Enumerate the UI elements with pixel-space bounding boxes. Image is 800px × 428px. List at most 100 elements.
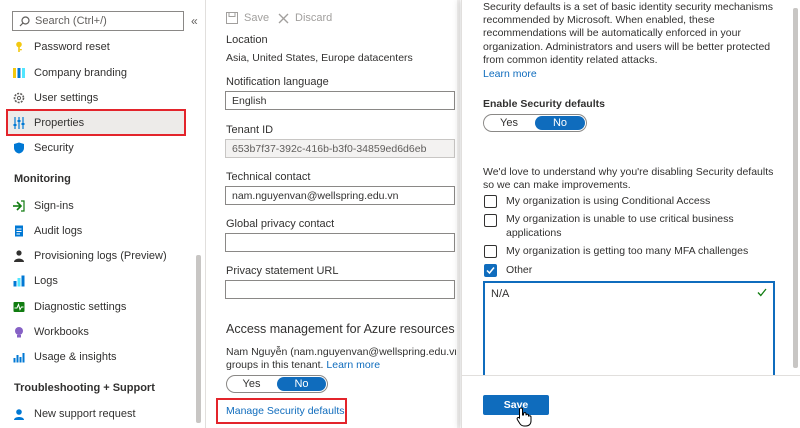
- diagnostic-icon: [12, 300, 26, 314]
- document-icon: [12, 224, 26, 238]
- manage-security-defaults-link[interactable]: Manage Security defaults: [226, 405, 344, 417]
- location-label: Location: [226, 34, 268, 46]
- security-description-line4: organization. Administrators and users w…: [483, 41, 771, 53]
- sidebar-item-provisioning-logs[interactable]: Provisioning logs (Preview): [12, 245, 186, 267]
- search-input[interactable]: Search (Ctrl+/): [12, 11, 184, 31]
- checkbox-other-label: Other: [506, 264, 533, 276]
- security-description-line1: Security defaults is a set of basic iden…: [483, 1, 774, 13]
- checkbox-other[interactable]: [484, 264, 497, 277]
- tenant-id-field[interactable]: 653b7f37-392c-416b-b3f0-34859ed6d6eb: [225, 139, 455, 158]
- access-description-line2: groups in this tenant. Learn more: [226, 359, 380, 371]
- security-description-line3: recommendations will be automatically en…: [483, 27, 741, 39]
- toolbar-discard-button[interactable]: Discard: [278, 12, 332, 24]
- checkbox-critical-apps-label: My organization is unable to use critica…: [506, 213, 734, 225]
- access-management-heading: Access management for Azure resources: [226, 322, 455, 336]
- sliders-icon: [12, 116, 26, 130]
- other-reason-textarea[interactable]: N/A: [483, 281, 775, 375]
- reason-prompt-line1: We'd love to understand why you're disab…: [483, 166, 774, 178]
- checkbox-critical-apps-label-line2: applications: [506, 227, 562, 239]
- properties-scrollbar[interactable]: [457, 0, 460, 428]
- global-privacy-contact-label: Global privacy contact: [226, 218, 335, 230]
- checkbox-conditional-access[interactable]: [484, 195, 497, 208]
- toggle-no-option[interactable]: No: [535, 116, 585, 130]
- sidebar-item-label: Usage & insights: [34, 351, 117, 363]
- checkbox-critical-apps[interactable]: [484, 214, 497, 227]
- person-icon: [12, 249, 26, 263]
- other-reason-text: N/A: [491, 288, 510, 300]
- sidebar-item-logs[interactable]: Logs: [12, 270, 186, 292]
- support-icon: [12, 407, 26, 421]
- checkbox-conditional-access-label: My organization is using Conditional Acc…: [506, 195, 711, 207]
- sidebar-item-company-branding[interactable]: Company branding: [12, 62, 186, 84]
- toggle-yes-option[interactable]: Yes: [227, 376, 276, 392]
- sidebar-item-label: Diagnostic settings: [34, 301, 127, 313]
- sidebar-item-label: Audit logs: [34, 225, 83, 237]
- sidebar-item-label: Logs: [34, 275, 58, 287]
- sidebar-item-label: Company branding: [34, 67, 127, 79]
- toolbar-save-label: Save: [244, 12, 270, 24]
- sidebar-item-workbooks[interactable]: Workbooks: [12, 321, 186, 343]
- sidebar: Search (Ctrl+/) « Password reset Company…: [0, 0, 206, 428]
- hand-cursor-icon: [516, 407, 532, 427]
- access-management-toggle[interactable]: Yes No: [226, 375, 328, 393]
- sidebar-item-label: Workbooks: [34, 326, 89, 338]
- sidebar-item-properties[interactable]: Properties: [12, 112, 186, 134]
- sidebar-scrollbar[interactable]: [196, 255, 201, 423]
- checkmark-icon: [486, 267, 495, 275]
- enable-security-defaults-label: Enable Security defaults: [483, 98, 605, 110]
- chart-icon: [12, 350, 26, 364]
- security-description-line2: recommended by Microsoft. When enabled, …: [483, 14, 715, 26]
- toggle-no-option[interactable]: No: [277, 377, 326, 391]
- signin-icon: [12, 199, 26, 213]
- sidebar-item-new-support-request[interactable]: New support request: [12, 403, 186, 425]
- toggle-yes-option[interactable]: Yes: [484, 115, 534, 131]
- sidebar-item-label: Properties: [34, 117, 85, 129]
- bulb-icon: [12, 325, 26, 339]
- security-panel-scrollbar[interactable]: [793, 8, 798, 368]
- checkbox-too-many-mfa[interactable]: [484, 245, 497, 258]
- technical-contact-input[interactable]: nam.nguyenvan@wellspring.edu.vn: [225, 186, 455, 205]
- access-learn-more-link[interactable]: Learn more: [326, 359, 380, 371]
- section-troubleshooting: Troubleshooting + Support: [14, 382, 155, 394]
- sidebar-item-password-reset[interactable]: Password reset: [12, 36, 186, 58]
- close-icon: [278, 13, 289, 23]
- sidebar-item-label: Sign-ins: [34, 200, 74, 212]
- valid-check-icon: [757, 288, 767, 297]
- sidebar-item-label: Password reset: [34, 41, 110, 53]
- shield-icon: [12, 141, 26, 155]
- privacy-statement-url-label: Privacy statement URL: [226, 265, 339, 277]
- reason-prompt-line2: so we can make improvements.: [483, 179, 631, 191]
- logs-icon: [12, 274, 26, 288]
- sidebar-item-user-settings[interactable]: User settings: [12, 87, 186, 109]
- sidebar-item-label: User settings: [34, 92, 99, 104]
- section-monitoring: Monitoring: [14, 173, 71, 185]
- toolbar-save-button[interactable]: Save: [226, 12, 269, 24]
- security-description-line5: from common identity related attacks.: [483, 54, 658, 66]
- sidebar-item-label: Provisioning logs (Preview): [34, 250, 167, 262]
- technical-contact-label: Technical contact: [226, 171, 311, 183]
- access-description-text: groups in this tenant.: [226, 359, 324, 371]
- key-icon: [12, 40, 26, 54]
- search-icon: [19, 16, 30, 27]
- tenant-id-label: Tenant ID: [226, 124, 274, 136]
- sidebar-item-sign-ins[interactable]: Sign-ins: [12, 195, 186, 217]
- panel-footer-divider: [462, 375, 800, 376]
- global-privacy-contact-input[interactable]: [225, 233, 455, 252]
- sidebar-item-usage-insights[interactable]: Usage & insights: [12, 346, 186, 368]
- sidebar-item-label: New support request: [34, 408, 136, 420]
- enable-security-defaults-toggle[interactable]: Yes No: [483, 114, 587, 132]
- security-learn-more-link[interactable]: Learn more: [483, 68, 537, 81]
- privacy-statement-url-input[interactable]: [225, 280, 455, 299]
- search-placeholder: Search (Ctrl+/): [35, 15, 107, 27]
- access-description-line1: Nam Nguyễn (nam.nguyenvan@wellspring.edu…: [226, 346, 456, 358]
- sidebar-item-audit-logs[interactable]: Audit logs: [12, 220, 186, 242]
- sidebar-item-security[interactable]: Security: [12, 137, 186, 159]
- sidebar-item-label: Security: [34, 142, 74, 154]
- collapse-sidebar-button[interactable]: «: [191, 14, 198, 28]
- branding-icon: [12, 66, 26, 80]
- sidebar-item-diagnostic-settings[interactable]: Diagnostic settings: [12, 296, 186, 318]
- save-icon: [226, 12, 238, 24]
- notification-language-select[interactable]: English: [225, 91, 455, 110]
- toolbar-discard-label: Discard: [295, 12, 333, 24]
- location-value: Asia, United States, Europe datacenters: [226, 52, 413, 64]
